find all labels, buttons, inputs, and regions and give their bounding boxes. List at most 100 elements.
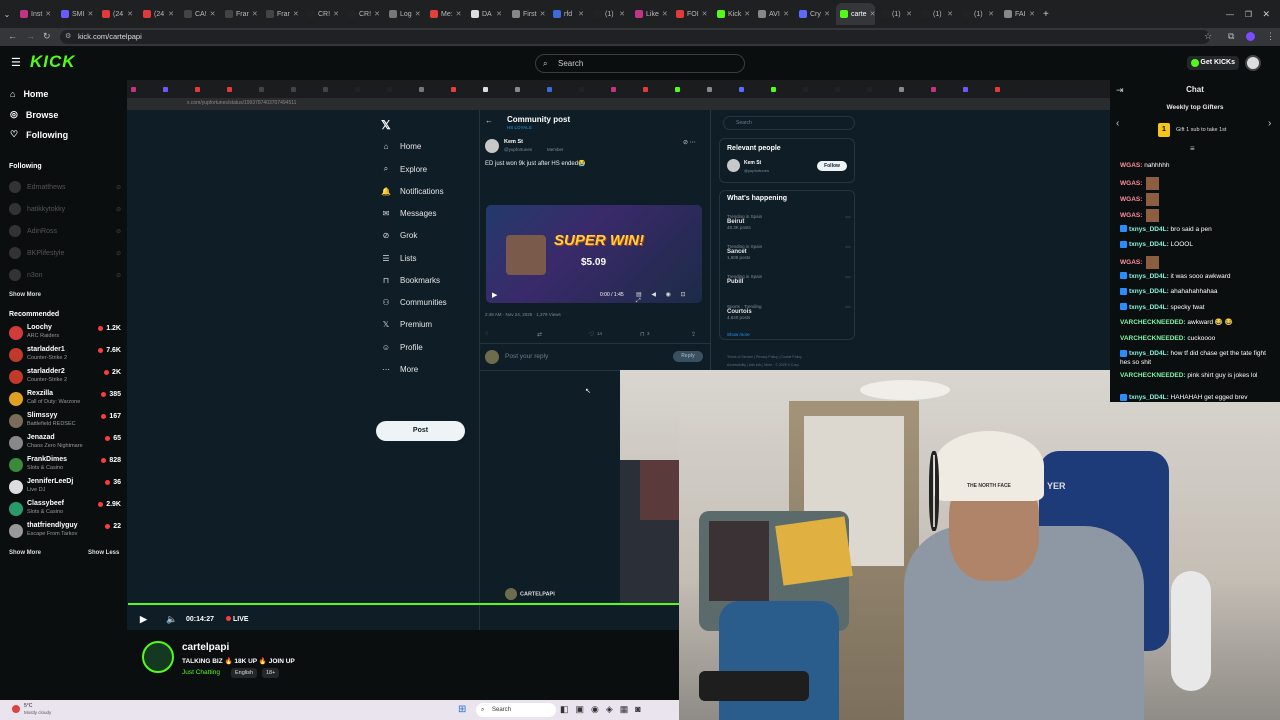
- sidebar-item-home[interactable]: ⌂ Home: [10, 89, 48, 99]
- streamer-name[interactable]: cartelpapi: [182, 642, 229, 653]
- extensions-icon[interactable]: ⧉: [1228, 31, 1234, 42]
- browser-tab[interactable]: rfd ✕: [549, 3, 588, 25]
- chat-username[interactable]: WGAS:: [1120, 212, 1142, 219]
- chat-username[interactable]: txnys_DD4L:: [1129, 394, 1169, 401]
- browser-tab[interactable]: Log ✕: [385, 3, 424, 25]
- user-avatar[interactable]: [1245, 55, 1261, 71]
- stream-progress-bar[interactable]: [128, 603, 679, 605]
- show-more-following[interactable]: Show More: [9, 292, 41, 298]
- tab-close-icon[interactable]: ✕: [1029, 10, 1035, 18]
- recommended-item[interactable]: thatfriendlyguy Escape From Tarkov 22: [9, 521, 121, 541]
- browser-tab[interactable]: (1) ✕: [918, 3, 957, 25]
- following-item[interactable]: n3on ⊘: [9, 268, 121, 282]
- tab-close-icon[interactable]: ✕: [252, 10, 258, 18]
- tab-close-icon[interactable]: ✕: [415, 10, 421, 18]
- following-item[interactable]: AdinRoss ⊘: [9, 224, 121, 238]
- browser-tab[interactable]: CR! ✕: [344, 3, 383, 25]
- browser-tab[interactable]: (1) ✕: [877, 3, 916, 25]
- site-info-icon[interactable]: ⚙: [65, 30, 71, 44]
- tab-close-icon[interactable]: ✕: [870, 10, 875, 18]
- recommended-item[interactable]: Loochy ARC Raiders 1.2K: [9, 323, 121, 343]
- chat-username[interactable]: VARCHECKNEEDED:: [1120, 335, 1186, 342]
- get-kicks-button[interactable]: Get KICKs: [1187, 56, 1239, 70]
- following-item[interactable]: Edmatthews ⊘: [9, 180, 121, 194]
- browser-tab[interactable]: DA ✕: [467, 3, 506, 25]
- recommended-item[interactable]: Slimssyy Battlefield REDSEC 167: [9, 411, 121, 431]
- tab-close-icon[interactable]: ✕: [333, 10, 339, 18]
- browser-tab[interactable]: CR! ✕: [303, 3, 342, 25]
- sidebar-item-browse[interactable]: ◎ Browse: [10, 109, 58, 120]
- hamburger-menu-icon[interactable]: ☰: [11, 56, 21, 69]
- browser-tab[interactable]: Inst ✕: [16, 3, 55, 25]
- browser-tab[interactable]: FOI ✕: [672, 3, 711, 25]
- tab-close-icon[interactable]: ✕: [988, 10, 994, 18]
- chat-username[interactable]: txnys_DD4L:: [1129, 226, 1169, 233]
- tab-list-icon[interactable]: ⌄: [0, 10, 14, 19]
- recommended-item[interactable]: starladder1 Counter-Strike 2 7.6K: [9, 345, 121, 365]
- tab-close-icon[interactable]: ✕: [87, 10, 93, 18]
- chevron-left-icon[interactable]: ‹: [1116, 118, 1119, 129]
- browser-tab[interactable]: (24 ✕: [139, 3, 178, 25]
- chat-username[interactable]: WGAS:: [1120, 259, 1142, 266]
- new-tab-button[interactable]: +: [1043, 9, 1049, 20]
- following-item[interactable]: BKPlifestyle ⊘: [9, 246, 121, 260]
- tab-close-icon[interactable]: ✕: [824, 10, 830, 18]
- taskbar-search[interactable]: ⌕ Search: [476, 703, 556, 717]
- chat-username[interactable]: txnys_DD4L:: [1129, 288, 1169, 295]
- taskbar-app-icons[interactable]: ◧▣◉◈▦◙: [560, 704, 648, 715]
- tab-close-icon[interactable]: ✕: [293, 10, 299, 18]
- windows-start-icon[interactable]: ⊞: [458, 704, 466, 715]
- tab-close-icon[interactable]: ✕: [702, 10, 708, 18]
- browser-tab[interactable]: Like ✕: [631, 3, 670, 25]
- profile-avatar[interactable]: [1246, 32, 1255, 41]
- tab-close-icon[interactable]: ✕: [744, 10, 750, 18]
- chat-username[interactable]: txnys_DD4L:: [1129, 304, 1169, 311]
- browser-tab[interactable]: Kick ✕: [713, 3, 752, 25]
- browser-tab[interactable]: First ✕: [508, 3, 547, 25]
- browser-tab[interactable]: SMI ✕: [57, 3, 96, 25]
- browser-tab[interactable]: Cry ✕: [795, 3, 834, 25]
- streamer-avatar[interactable]: [142, 641, 174, 673]
- chat-username[interactable]: WGAS:: [1120, 162, 1142, 169]
- url-bar[interactable]: ⚙ kick.com/cartelpapi: [60, 30, 1210, 44]
- browser-tab[interactable]: Frar ✕: [262, 3, 301, 25]
- stream-category[interactable]: Just Chatting: [182, 669, 220, 676]
- chat-username[interactable]: VARCHECKNEEDED:: [1120, 372, 1186, 379]
- chat-username[interactable]: txnys_DD4L:: [1129, 273, 1169, 280]
- search-input[interactable]: ⌕ Search: [535, 54, 745, 73]
- reload-icon[interactable]: ↻: [43, 31, 51, 42]
- tab-close-icon[interactable]: ✕: [662, 10, 668, 18]
- recommended-item[interactable]: Classybeef Slots & Casino 2.9K: [9, 499, 121, 519]
- tab-close-icon[interactable]: ✕: [374, 10, 380, 18]
- chevron-right-icon[interactable]: ›: [1268, 118, 1271, 129]
- chat-username[interactable]: VARCHECKNEEDED:: [1120, 319, 1186, 326]
- chat-username[interactable]: txnys_DD4L:: [1129, 350, 1169, 357]
- show-more-recommended[interactable]: Show More: [9, 550, 41, 556]
- tab-close-icon[interactable]: ✕: [210, 10, 216, 18]
- recommended-item[interactable]: JenniferLeeDj Live DJ 36: [9, 477, 121, 497]
- tab-close-icon[interactable]: ✕: [947, 10, 953, 18]
- tab-close-icon[interactable]: ✕: [127, 10, 133, 18]
- browser-menu-icon[interactable]: ⋮: [1266, 31, 1275, 42]
- browser-tab[interactable]: FAI ✕: [1000, 3, 1039, 25]
- maximize-icon[interactable]: ❐: [1245, 10, 1252, 19]
- tag-language[interactable]: English: [231, 668, 258, 678]
- tab-close-icon[interactable]: ✕: [168, 10, 174, 18]
- browser-tab[interactable]: Me: ✕: [426, 3, 465, 25]
- browser-tab[interactable]: CA! ✕: [180, 3, 219, 25]
- browser-tab[interactable]: (1) ✕: [590, 3, 629, 25]
- tab-close-icon[interactable]: ✕: [540, 10, 546, 18]
- tab-close-icon[interactable]: ✕: [619, 10, 625, 18]
- recommended-item[interactable]: FrankDimes Slots & Casino 828: [9, 455, 121, 475]
- following-item[interactable]: hatikkytokky ⊘: [9, 202, 121, 216]
- minimize-icon[interactable]: —: [1226, 10, 1234, 19]
- show-less-recommended[interactable]: Show Less: [88, 550, 119, 556]
- browser-tab[interactable]: carte ✕: [836, 3, 875, 25]
- browser-tab[interactable]: Frar ✕: [221, 3, 260, 25]
- sidebar-item-following[interactable]: ♡ Following: [10, 129, 68, 140]
- chat-username[interactable]: WGAS:: [1120, 180, 1142, 187]
- kick-logo[interactable]: KICK: [30, 52, 76, 72]
- browser-tab[interactable]: AVI ✕: [754, 3, 793, 25]
- close-window-icon[interactable]: ✕: [1262, 9, 1270, 20]
- browser-tab[interactable]: (24 ✕: [98, 3, 137, 25]
